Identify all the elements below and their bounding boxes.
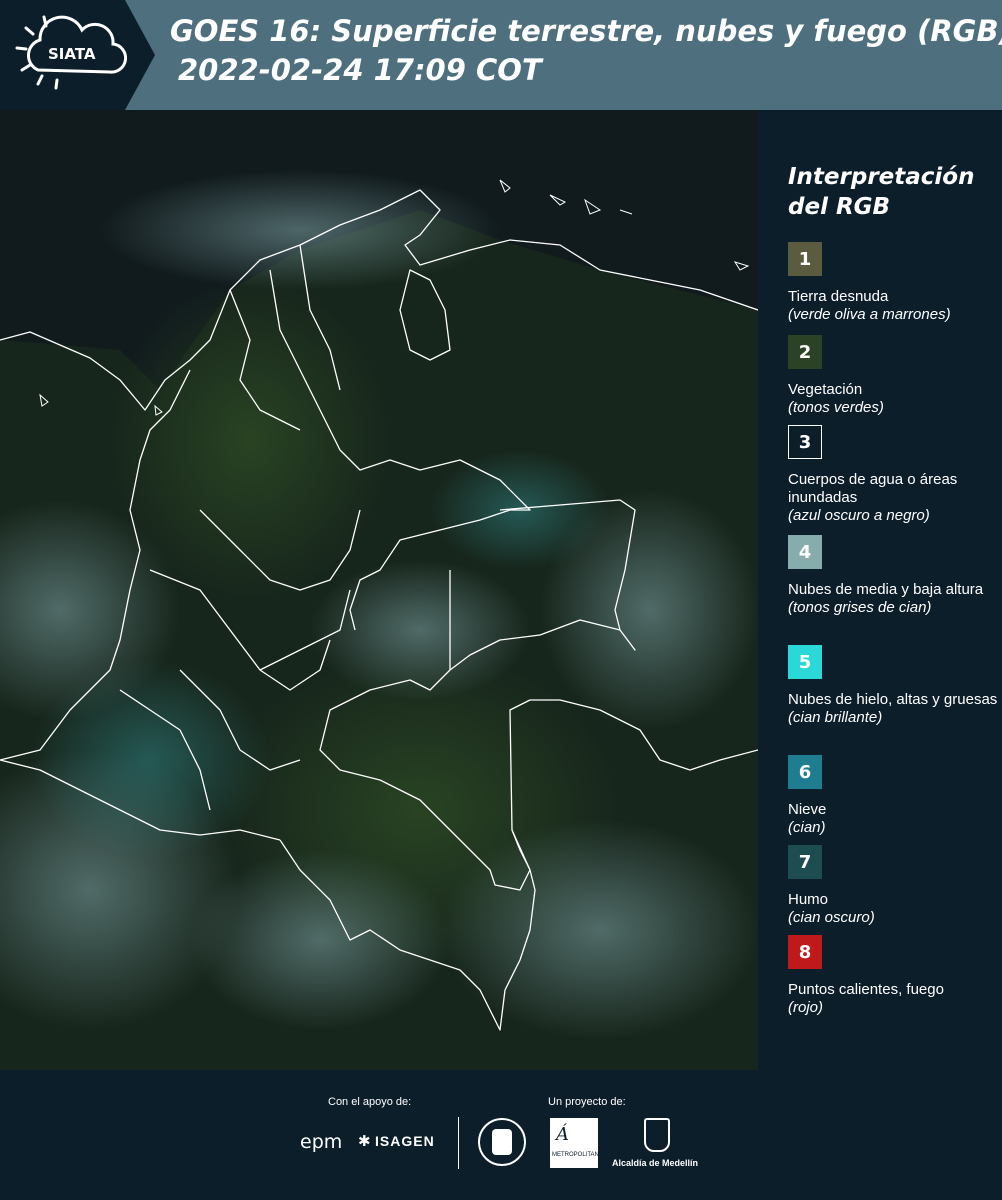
legend-item: 8 Puntos calientes, fuego (rojo) — [788, 935, 998, 1017]
legend-item: 6 Nieve (cian) — [788, 755, 998, 837]
legend-item: 4 Nubes de media y baja altura (tonos gris… — [788, 535, 998, 617]
legend-label: Humo — [788, 891, 829, 908]
legend-swatch: 7 — [788, 845, 822, 879]
legend-note: (rojo) — [788, 999, 824, 1016]
legend-panel: Interpretación del RGB 1 Tierra desnuda (v… — [758, 110, 1002, 1070]
legend-note: (tonos grises de cian) — [788, 599, 932, 616]
legend-item: 5 Nubes de hielo, altas y gruesas (cian br… — [788, 645, 998, 727]
legend-item: 3 Cuerpos de agua o áreas inundadas (azul … — [788, 425, 998, 525]
footer-divider — [458, 1117, 459, 1169]
siata-logo[interactable]: SIATA — [0, 0, 155, 110]
legend-label: Nubes de hielo, altas y gruesas — [788, 691, 998, 708]
epm-logo[interactable]: epm — [300, 1131, 342, 1153]
legend-swatch: 1 — [788, 242, 822, 276]
area-metropolitana-logo[interactable]: Á METROPOLITANA — [550, 1118, 603, 1168]
legend-note: (cian) — [788, 819, 826, 836]
legend-label: Puntos calientes, fuego — [788, 981, 944, 998]
project-label: Un proyecto de: — [548, 1096, 626, 1108]
legend-label: Nieve — [788, 801, 827, 818]
legend-item: 2 Vegetación (tonos verdes) — [788, 335, 998, 417]
logo-text: SIATA — [48, 45, 96, 63]
legend-item: 7 Humo (cian oscuro) — [788, 845, 998, 927]
legend-swatch: 6 — [788, 755, 822, 789]
legend-note: (cian brillante) — [788, 709, 883, 726]
satellite-map[interactable] — [0, 110, 758, 1070]
legend-note: (tonos verdes) — [788, 399, 884, 416]
legend-label: Cuerpos de agua o áreas inundadas — [788, 471, 958, 506]
legend-label: Tierra desnuda — [788, 288, 889, 305]
legend-swatch: 3 — [788, 425, 822, 459]
legend-note: (azul oscuro a negro) — [788, 507, 930, 524]
page-timestamp: 2022-02-24 17:09 COT — [178, 53, 542, 87]
legend-title: Interpretación del RGB — [788, 164, 975, 220]
alcaldia-label[interactable]: Alcaldía de Medellín — [612, 1158, 698, 1168]
header-bar: SIATA GOES 16: Superficie terrestre, nub… — [0, 0, 1002, 110]
legend-note: (cian oscuro) — [788, 909, 875, 926]
area-script-icon: Á — [556, 1124, 569, 1145]
isagen-logo[interactable]: ✱ ISAGEN — [358, 1132, 435, 1151]
legend-swatch: 2 — [788, 335, 822, 369]
legend-label: Nubes de media y baja altura — [788, 581, 984, 598]
page-title: GOES 16: Superficie terrestre, nubes y f… — [170, 14, 1002, 48]
legend-note: (verde oliva a marrones) — [788, 306, 951, 323]
legend-label: Vegetación — [788, 381, 863, 398]
satellite-image — [0, 110, 758, 1070]
legend-swatch: 5 — [788, 645, 822, 679]
support-label: Con el apoyo de: — [328, 1096, 412, 1108]
legend-swatch: 8 — [788, 935, 822, 969]
legend-swatch: 4 — [788, 535, 822, 569]
legend-item: 1 Tierra desnuda (verde oliva a marrones) — [788, 242, 998, 324]
isagen-mark-icon: ✱ — [358, 1133, 371, 1150]
alcaldia-shield-icon — [644, 1118, 670, 1152]
footer: Con el apoyo de: Un proyecto de: epm ✱ I… — [0, 1070, 1002, 1200]
medellin-seal-icon[interactable] — [478, 1118, 526, 1166]
